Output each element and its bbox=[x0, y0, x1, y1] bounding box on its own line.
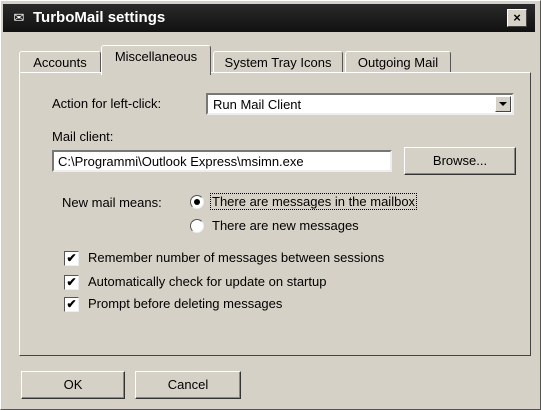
checkbox-check-update-label[interactable]: Automatically check for update on startu… bbox=[88, 274, 326, 289]
checkbox-prompt-delete[interactable]: ✔ bbox=[64, 297, 79, 312]
tab-outgoing-mail[interactable]: Outgoing Mail bbox=[345, 51, 451, 74]
miscellaneous-panel: Action for left-click: Run Mail Client M… bbox=[19, 72, 531, 356]
close-button[interactable]: × bbox=[507, 9, 527, 27]
settings-window: ✉ TurboMail settings × Accounts Miscella… bbox=[0, 0, 541, 410]
ok-button[interactable]: OK bbox=[21, 371, 125, 399]
left-click-action-select[interactable]: Run Mail Client bbox=[206, 93, 514, 115]
new-mail-label: New mail means: bbox=[62, 195, 162, 210]
mail-icon: ✉ bbox=[13, 10, 25, 25]
mail-client-label: Mail client: bbox=[52, 129, 114, 144]
radio-new-messages-label[interactable]: There are new messages bbox=[212, 218, 359, 233]
radio-messages-in-mailbox[interactable] bbox=[190, 195, 204, 209]
tab-system-tray-icons[interactable]: System Tray Icons bbox=[213, 51, 343, 74]
title-bar[interactable]: ✉ TurboMail settings × bbox=[3, 4, 535, 32]
left-click-action-value: Run Mail Client bbox=[213, 97, 302, 112]
checkbox-remember-count[interactable]: ✔ bbox=[64, 251, 79, 266]
left-click-label: Action for left-click: bbox=[52, 96, 162, 111]
radio-new-messages[interactable] bbox=[190, 219, 204, 233]
mail-client-path-input[interactable]: C:\Programmi\Outlook Express\msimn.exe bbox=[52, 150, 392, 172]
checkbox-check-update[interactable]: ✔ bbox=[64, 275, 79, 290]
tab-miscellaneous[interactable]: Miscellaneous bbox=[101, 45, 211, 75]
checkbox-remember-count-label[interactable]: Remember number of messages between sess… bbox=[88, 250, 384, 265]
radio-messages-in-mailbox-text: There are messages in the mailbox bbox=[210, 193, 418, 210]
cancel-button[interactable]: Cancel bbox=[135, 371, 241, 399]
tab-accounts[interactable]: Accounts bbox=[19, 51, 101, 74]
browse-button[interactable]: Browse... bbox=[404, 147, 516, 175]
window-title: TurboMail settings bbox=[33, 9, 166, 26]
chevron-down-icon[interactable] bbox=[495, 96, 511, 112]
checkbox-prompt-delete-label[interactable]: Prompt before deleting messages bbox=[88, 296, 282, 311]
radio-messages-in-mailbox-label[interactable]: There are messages in the mailbox bbox=[210, 193, 418, 210]
